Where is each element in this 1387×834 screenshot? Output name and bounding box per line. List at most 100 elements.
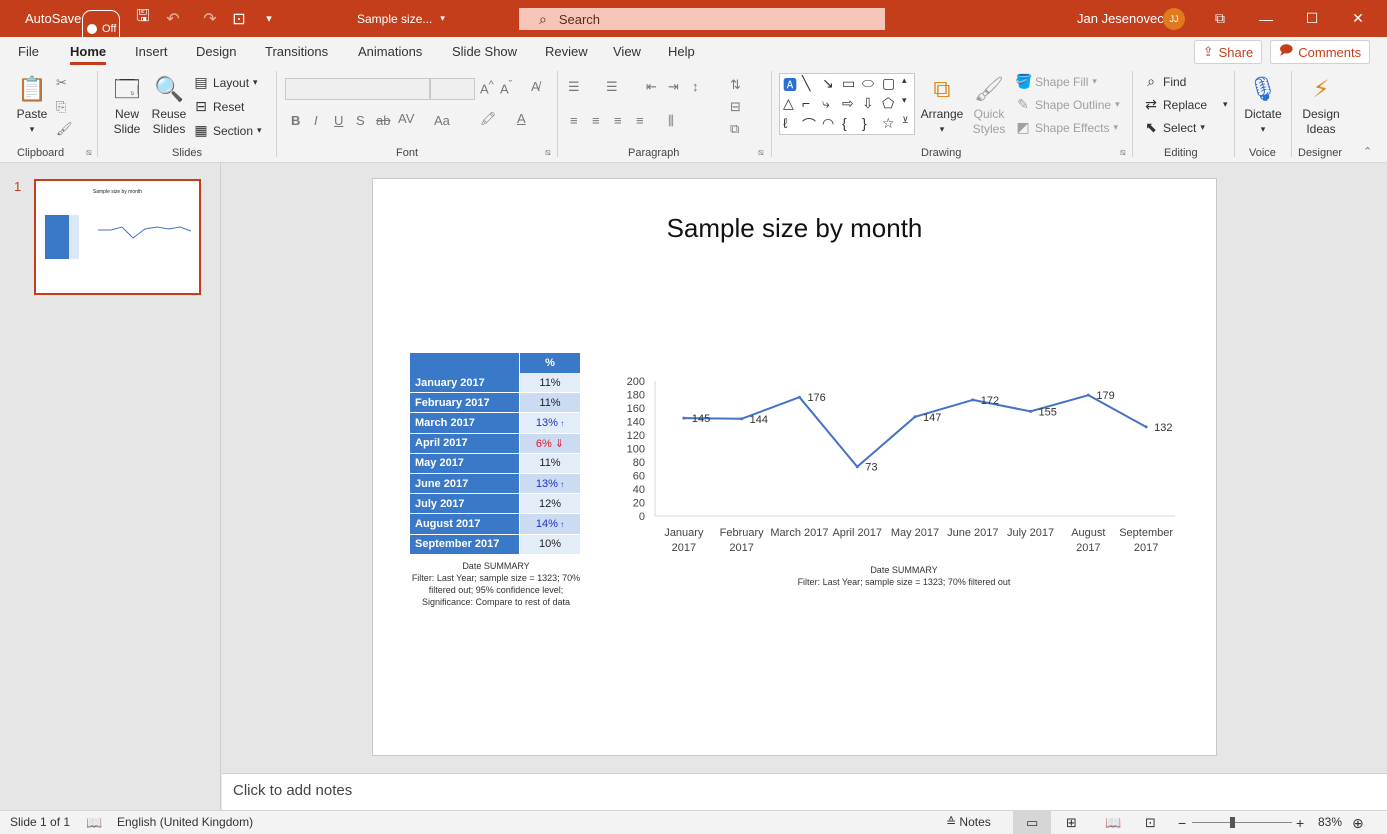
design-ideas-button[interactable]: ⚡ Design Ideas bbox=[1297, 73, 1345, 137]
dialog-launcher-icon[interactable]: ⧅ bbox=[86, 147, 92, 158]
arrange-button[interactable]: ⧉ Arrange ▾ bbox=[919, 73, 965, 137]
zoom-slider[interactable] bbox=[1192, 822, 1292, 823]
shadow-icon[interactable]: S bbox=[356, 113, 365, 128]
underline-icon[interactable]: U bbox=[334, 113, 343, 128]
language[interactable]: English (United Kingdom) bbox=[117, 815, 253, 829]
layout-button[interactable]: ▤ Layout ▾ bbox=[193, 74, 257, 91]
quick-styles-button[interactable]: 🖌 Quick Styles bbox=[966, 73, 1012, 137]
elbow-arrow-icon[interactable]: ⤷ bbox=[822, 95, 830, 112]
rectangle-shape-icon[interactable]: ▭ bbox=[842, 75, 855, 92]
ribbon-display-icon[interactable]: ⧉ bbox=[1197, 0, 1243, 37]
tab-file[interactable]: File bbox=[18, 44, 39, 59]
change-case-icon[interactable]: Aa bbox=[434, 113, 450, 128]
star-shape-icon[interactable]: ☆ bbox=[882, 115, 895, 132]
align-center-icon[interactable]: ≡ bbox=[592, 113, 600, 128]
slide-title[interactable]: Sample size by month bbox=[373, 213, 1216, 244]
slide-sorter-icon[interactable]: ⊞ bbox=[1066, 815, 1077, 831]
clear-formatting-icon[interactable]: A̸ bbox=[531, 79, 540, 94]
shapes-gallery[interactable]: 🅰 ╲ ↘ ▭ ⬭ ▢ △ ⌐ ⤷ ⇨ ⇩ ⬠ ℓ ⌒ ◠ { } ☆ ▴ ▾ … bbox=[779, 73, 915, 135]
font-color-icon[interactable]: A bbox=[517, 111, 526, 126]
align-left-icon[interactable]: ≡ bbox=[570, 113, 578, 128]
dialog-launcher-icon[interactable]: ⧅ bbox=[1120, 147, 1126, 158]
tab-design[interactable]: Design bbox=[196, 44, 236, 59]
document-title[interactable]: Sample size... ▾ bbox=[357, 0, 445, 37]
select-button[interactable]: ⬉ Select ▾ bbox=[1143, 119, 1205, 136]
user-name[interactable]: Jan Jesenovec bbox=[1077, 0, 1164, 37]
slide-thumbnail[interactable]: Sample size by month bbox=[34, 179, 201, 295]
fit-to-window-icon[interactable]: ⊕ bbox=[1352, 815, 1364, 832]
notes-pane[interactable]: Click to add notes bbox=[222, 773, 1387, 810]
section-button[interactable]: ▦ Section ▾ bbox=[193, 122, 261, 139]
curve-shape-icon[interactable]: ⌒ bbox=[802, 115, 816, 135]
left-brace-shape-icon[interactable]: { bbox=[842, 115, 847, 131]
zoom-slider-thumb[interactable] bbox=[1230, 817, 1235, 828]
shape-effects-button[interactable]: ◩ Shape Effects ▾ bbox=[1015, 119, 1118, 136]
avatar[interactable]: JJ bbox=[1163, 8, 1185, 30]
font-name-box[interactable] bbox=[285, 78, 430, 100]
redo-icon[interactable]: ↷ bbox=[200, 0, 220, 37]
reuse-slides-button[interactable]: 🔍 Reuse Slides bbox=[150, 73, 188, 137]
collapse-ribbon-icon[interactable]: ⌃ bbox=[1363, 145, 1372, 158]
strikethrough-icon[interactable]: ab bbox=[376, 113, 390, 128]
align-text-icon[interactable]: ⊟ bbox=[730, 99, 741, 115]
tab-insert[interactable]: Insert bbox=[135, 44, 168, 59]
comments-button[interactable]: 🗩 Comments bbox=[1270, 40, 1370, 64]
rounded-rect-shape-icon[interactable]: ▢ bbox=[882, 75, 895, 92]
new-slide-button[interactable]: 🗔 New Slide bbox=[107, 73, 147, 137]
notes-button[interactable]: ≙ Notes bbox=[946, 815, 991, 829]
right-brace-shape-icon[interactable]: } bbox=[862, 115, 867, 131]
tab-help[interactable]: Help bbox=[668, 44, 695, 59]
zoom-level[interactable]: 83% bbox=[1318, 815, 1342, 829]
right-arrow-shape-icon[interactable]: ⇨ bbox=[842, 95, 854, 112]
close-icon[interactable]: ✕ bbox=[1335, 0, 1381, 37]
cut-icon[interactable]: ✂ bbox=[56, 75, 67, 91]
gallery-scroll-down-icon[interactable]: ▾ bbox=[902, 95, 907, 106]
tab-home[interactable]: Home bbox=[70, 44, 107, 65]
maximize-icon[interactable]: ☐ bbox=[1289, 0, 1335, 37]
data-table[interactable]: % January 2017 11% February 2017 11% March 2… bbox=[410, 353, 580, 555]
bold-icon[interactable]: B bbox=[291, 113, 300, 128]
slide-canvas[interactable]: Sample size by month % January 2017 11% Fe… bbox=[372, 178, 1217, 756]
decrease-font-size-icon[interactable]: Aˇ bbox=[500, 79, 512, 96]
highlight-icon[interactable]: 🖍 bbox=[480, 111, 497, 127]
freeform-shape-icon[interactable]: ℓ bbox=[783, 115, 788, 131]
character-spacing-icon[interactable]: AV bbox=[398, 111, 414, 126]
line-spacing-icon[interactable]: ↕ bbox=[692, 79, 699, 94]
numbering-icon[interactable]: ☰ bbox=[606, 79, 618, 95]
save-icon[interactable]: 🖫 bbox=[133, 0, 153, 37]
tab-review[interactable]: Review bbox=[545, 44, 588, 59]
zoom-in-icon[interactable]: + bbox=[1296, 815, 1304, 831]
line-shape-icon[interactable]: ╲ bbox=[802, 75, 810, 92]
down-arrow-shape-icon[interactable]: ⇩ bbox=[862, 95, 874, 112]
customize-quick-access-icon[interactable]: ▾ bbox=[259, 0, 279, 37]
increase-font-size-icon[interactable]: A^ bbox=[480, 79, 494, 96]
find-button[interactable]: ⌕ Find bbox=[1143, 73, 1186, 90]
text-direction-icon[interactable]: ⇅ bbox=[730, 77, 741, 93]
increase-indent-icon[interactable]: ⇥ bbox=[668, 79, 679, 95]
dialog-launcher-icon[interactable]: ⧅ bbox=[758, 147, 764, 158]
textbox-shape-icon[interactable]: 🅰 bbox=[783, 75, 797, 95]
shape-fill-button[interactable]: 🪣 Shape Fill ▾ bbox=[1015, 73, 1097, 90]
paste-button[interactable]: 📋 Paste ▾ bbox=[14, 73, 50, 137]
zoom-out-icon[interactable]: − bbox=[1178, 815, 1186, 831]
oval-shape-icon[interactable]: ⬭ bbox=[862, 75, 874, 92]
elbow-connector-icon[interactable]: ⌐ bbox=[802, 95, 810, 111]
copy-icon[interactable]: ⎘ bbox=[56, 99, 66, 115]
present-icon[interactable]: ⊡ bbox=[229, 0, 249, 37]
font-size-box[interactable] bbox=[430, 78, 475, 100]
spelling-icon[interactable]: 📖 bbox=[86, 815, 102, 831]
arrow-line-shape-icon[interactable]: ↘ bbox=[822, 75, 834, 92]
line-chart[interactable]: 020 4060 80100 120140 160180 200 January 2017 Fe… bbox=[613, 374, 1193, 559]
decrease-indent-icon[interactable]: ⇤ bbox=[646, 79, 657, 95]
bullets-icon[interactable]: ☰ bbox=[568, 79, 580, 95]
align-right-icon[interactable]: ≡ bbox=[614, 113, 622, 128]
undo-icon[interactable]: ↶ bbox=[163, 0, 183, 37]
tab-view[interactable]: View bbox=[613, 44, 641, 59]
justify-icon[interactable]: ≡ bbox=[636, 113, 644, 128]
tab-animations[interactable]: Animations bbox=[358, 44, 422, 59]
reading-view-icon[interactable]: 📖 bbox=[1105, 815, 1121, 831]
gallery-scroll-up-icon[interactable]: ▴ bbox=[902, 75, 907, 86]
dialog-launcher-icon[interactable]: ⧅ bbox=[545, 147, 551, 158]
slideshow-view-icon[interactable]: ⊡ bbox=[1145, 815, 1156, 831]
tab-slide-show[interactable]: Slide Show bbox=[452, 44, 517, 59]
